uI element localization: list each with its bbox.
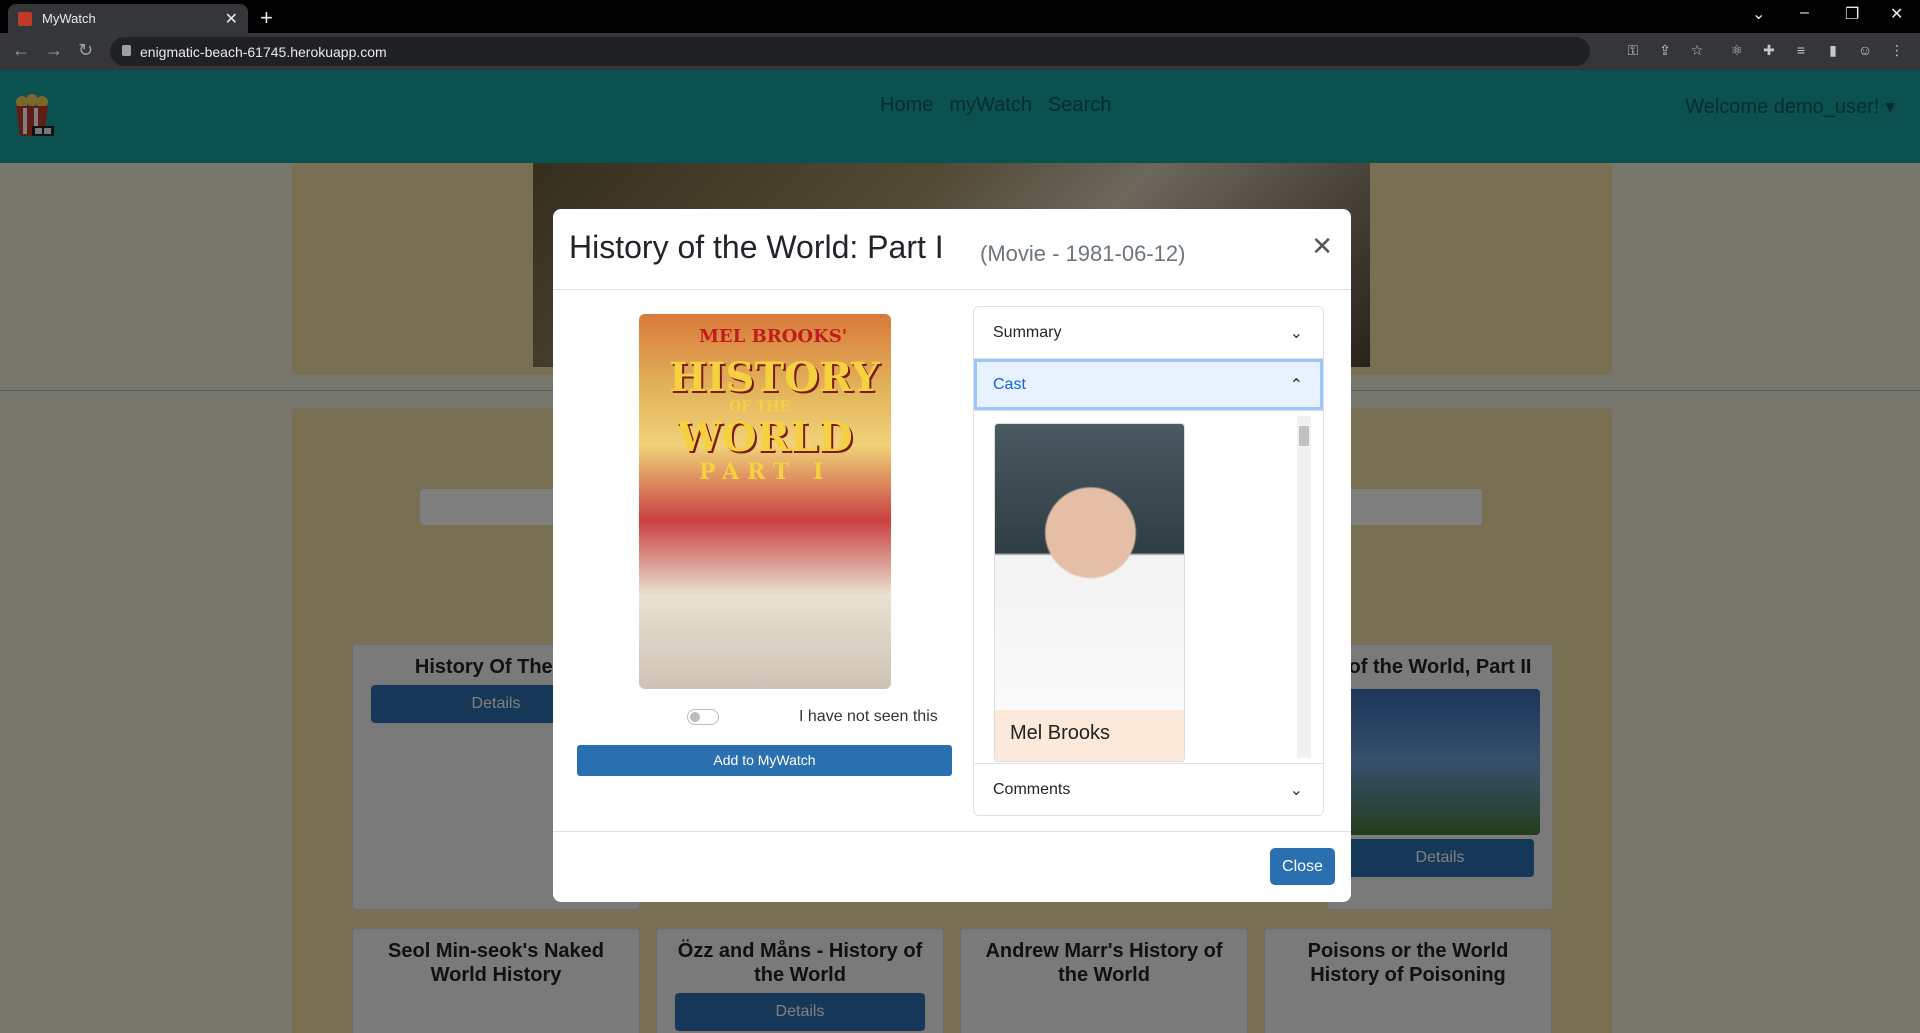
scrollbar-thumb[interactable] (1299, 426, 1309, 446)
poster-text: HISTORY (669, 354, 880, 401)
menu-icon[interactable]: ⋮ (1888, 42, 1906, 60)
accordion-summary-label: Summary (993, 323, 1062, 341)
accordion-summary-header[interactable]: Summary ⌄ (974, 307, 1323, 359)
toggle-knob (690, 712, 700, 722)
share-icon[interactable]: ⇪ (1656, 42, 1674, 60)
cast-scrollbar[interactable] (1297, 416, 1311, 758)
lock-icon (122, 45, 131, 56)
back-icon[interactable]: ← (12, 40, 30, 61)
chevron-down-icon: ⌄ (1289, 325, 1303, 342)
tab-search-icon[interactable]: ⌄ (1752, 4, 1765, 24)
add-to-mywatch-button[interactable]: Add to MyWatch (577, 745, 952, 776)
accordion-cast-header[interactable]: Cast ⌃ (974, 359, 1323, 411)
profile-avatar-icon[interactable]: ☺ (1856, 42, 1874, 60)
cast-panel[interactable]: Mel Brooks (974, 412, 1323, 762)
close-button[interactable]: Close (1270, 848, 1335, 885)
minimize-button[interactable]: – (1800, 4, 1809, 22)
forward-icon[interactable]: → (45, 40, 63, 61)
accordion-comments-header[interactable]: Comments ⌄ (974, 763, 1323, 815)
chevron-up-icon: ⌃ (1289, 377, 1303, 394)
tab-title: MyWatch (42, 11, 96, 26)
browser-toolbar: ← → ↻ enigmatic-beach-61745.herokuapp.co… (0, 33, 1920, 70)
accordion-comments-label: Comments (993, 780, 1071, 798)
cast-card[interactable]: Mel Brooks (994, 423, 1185, 762)
side-panel-icon[interactable]: ▮ (1824, 42, 1842, 60)
tab-favicon-icon (18, 11, 32, 26)
modal-subtitle: (Movie - 1981-06-12) (980, 241, 1186, 266)
seen-label: I have not seen this (799, 708, 938, 725)
browser-tab[interactable]: MyWatch ✕ (8, 4, 248, 33)
bookmark-star-icon[interactable]: ☆ (1688, 42, 1706, 60)
extensions-icon[interactable]: ✚ (1760, 42, 1778, 60)
poster-text: OF THE (729, 399, 791, 415)
window-close-button[interactable]: ✕ (1890, 4, 1903, 24)
key-icon[interactable]: ⚿ (1624, 42, 1642, 60)
browser-tab-bar: MyWatch ✕ + ⌄ – ❐ ✕ (0, 0, 1920, 33)
poster-text: MEL BROOKS' (699, 326, 848, 347)
modal-title: History of the World: Part I (569, 229, 944, 265)
url-text: enigmatic-beach-61745.herokuapp.com (140, 43, 387, 60)
reload-icon[interactable]: ↻ (78, 40, 93, 61)
restore-button[interactable]: ❐ (1845, 4, 1859, 24)
details-accordion: Summary ⌄ Cast ⌃ Mel Brooks Comments ⌄ (973, 306, 1324, 816)
seen-toggle[interactable] (687, 709, 719, 725)
movie-details-modal: History of the World: Part I (Movie - 19… (553, 209, 1351, 902)
poster-text: PART I (699, 459, 832, 485)
modal-footer: Close (553, 831, 1351, 902)
modal-header: History of the World: Part I (Movie - 19… (553, 209, 1351, 290)
movie-poster: MEL BROOKS' HISTORY OF THE WORLD PART I (639, 314, 891, 689)
close-icon[interactable]: ✕ (1311, 231, 1333, 262)
poster-text: WORLD (677, 414, 853, 461)
react-extension-icon[interactable]: ⚛ (1728, 42, 1746, 60)
media-icon[interactable]: ≡ (1792, 42, 1810, 60)
cast-photo (995, 424, 1184, 710)
tab-close-icon[interactable]: ✕ (225, 9, 238, 29)
chevron-down-icon: ⌄ (1289, 782, 1303, 799)
accordion-cast-label: Cast (993, 375, 1026, 393)
new-tab-button[interactable]: + (260, 5, 273, 31)
address-bar[interactable]: enigmatic-beach-61745.herokuapp.com (110, 37, 1590, 66)
cast-name: Mel Brooks (995, 710, 1184, 761)
